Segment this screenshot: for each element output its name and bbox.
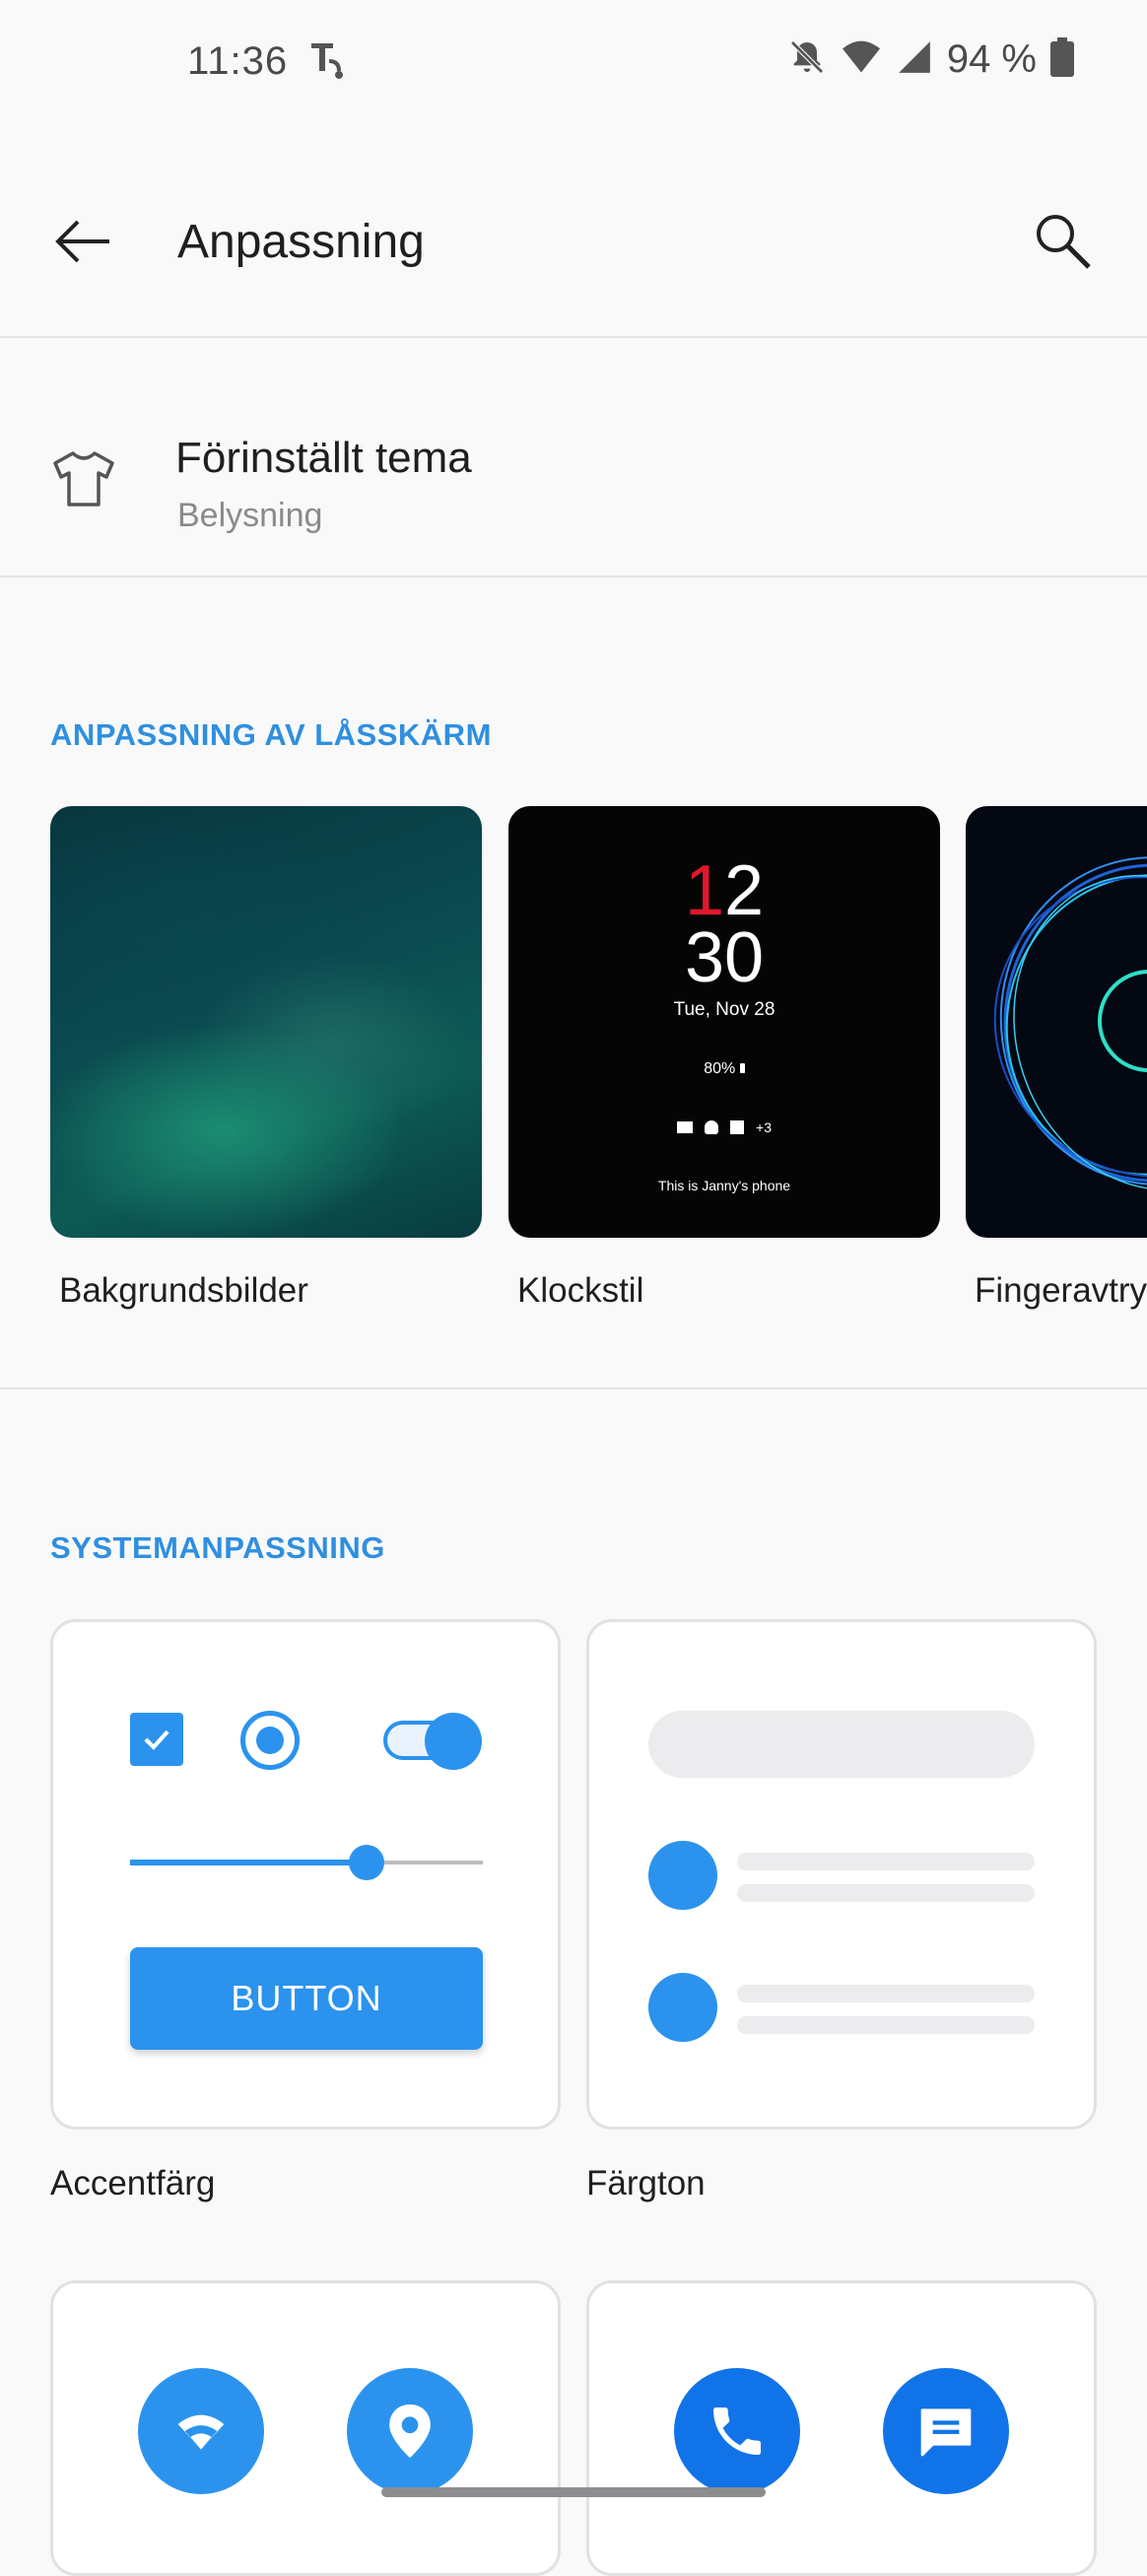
fingerprint-animation-preview <box>993 856 1147 1191</box>
fingerprint-animation-card[interactable] <box>966 806 1147 1238</box>
wallpaper-card[interactable] <box>50 806 482 1238</box>
search-icon <box>1037 215 1091 269</box>
back-button[interactable] <box>39 197 128 286</box>
clock-date: Tue, Nov 28 <box>673 999 776 1020</box>
placeholder-dot <box>648 1973 717 2042</box>
tshirt-icon <box>49 449 118 513</box>
accent-color-label: Accentfärg <box>50 2164 216 2203</box>
lockscreen-section-header: ANPASSNING AV LÅSSKÄRM <box>50 717 492 752</box>
facebook-icon <box>730 1120 745 1134</box>
divider <box>0 1388 1147 1390</box>
radio-preview <box>240 1711 300 1770</box>
toggle-thumb <box>425 1713 482 1770</box>
messages-icon <box>883 2368 1009 2494</box>
clock-battery-text: 80% <box>704 1060 736 1077</box>
tone-card[interactable] <box>586 1619 1097 2130</box>
signal-icon <box>896 38 933 81</box>
clock-style-card[interactable]: 12 30 Tue, Nov 28 80% +3 This is Janny's… <box>508 806 940 1238</box>
wifi-icon <box>138 2368 264 2494</box>
check-icon <box>144 1729 169 1750</box>
wifi-icon <box>841 38 882 81</box>
clock-hour: 12 <box>508 855 940 926</box>
battery-percentage: 94 % <box>946 37 1037 81</box>
mail-icon <box>677 1121 694 1133</box>
placeholder-line <box>737 1884 1035 1902</box>
battery-icon <box>1050 37 1074 82</box>
status-time: 11:36 <box>187 39 289 83</box>
phone-icon <box>674 2368 800 2494</box>
clock-battery: 80% <box>508 1060 940 1078</box>
placeholder-line <box>737 1985 1035 2002</box>
mini-battery-icon <box>739 1063 745 1073</box>
page-title: Anpassning <box>177 216 425 268</box>
fingerprint-animation-label: Fingeravtry <box>975 1271 1147 1310</box>
app-icon-shape-card[interactable] <box>586 2280 1097 2576</box>
location-icon <box>347 2368 473 2494</box>
tone-label: Färgton <box>586 2164 706 2203</box>
notifications-off-icon <box>787 37 827 82</box>
divider <box>0 336 1147 338</box>
arrow-back-icon <box>55 220 109 263</box>
placeholder-dot <box>648 1841 717 1910</box>
slider-fill <box>130 1860 367 1865</box>
placeholder-bar <box>648 1711 1035 1778</box>
clock-notifications: +3 <box>508 1119 940 1135</box>
preset-theme-subtitle: Belysning <box>177 497 323 534</box>
preset-theme-item[interactable]: Förinställt tema Belysning <box>0 339 1147 576</box>
system-section-header: SYSTEMANPASSNING <box>50 1530 385 1565</box>
preset-theme-title: Förinställt tema <box>175 434 472 482</box>
accent-color-card[interactable]: BUTTON <box>50 1619 561 2130</box>
snapchat-icon <box>705 1120 719 1134</box>
clock-owner-text: This is Janny's phone <box>657 1178 791 1193</box>
home-indicator[interactable] <box>381 2487 766 2497</box>
search-button[interactable] <box>1019 197 1108 286</box>
checkbox-preview <box>130 1713 183 1766</box>
placeholder-line <box>737 1853 1035 1870</box>
quick-settings-icons-card[interactable] <box>50 2280 561 2576</box>
demo-button-preview: BUTTON <box>130 1947 483 2050</box>
carrier-icon <box>307 39 347 88</box>
clock-minutes: 30 <box>684 918 765 997</box>
clock-style-label: Klockstil <box>517 1271 644 1310</box>
divider <box>0 576 1147 577</box>
slider-thumb <box>348 1845 384 1880</box>
more-notifications: +3 <box>756 1119 772 1135</box>
placeholder-line <box>737 2016 1035 2034</box>
status-icons: 94 % <box>787 37 1074 82</box>
wallpaper-label: Bakgrundsbilder <box>59 1271 308 1310</box>
